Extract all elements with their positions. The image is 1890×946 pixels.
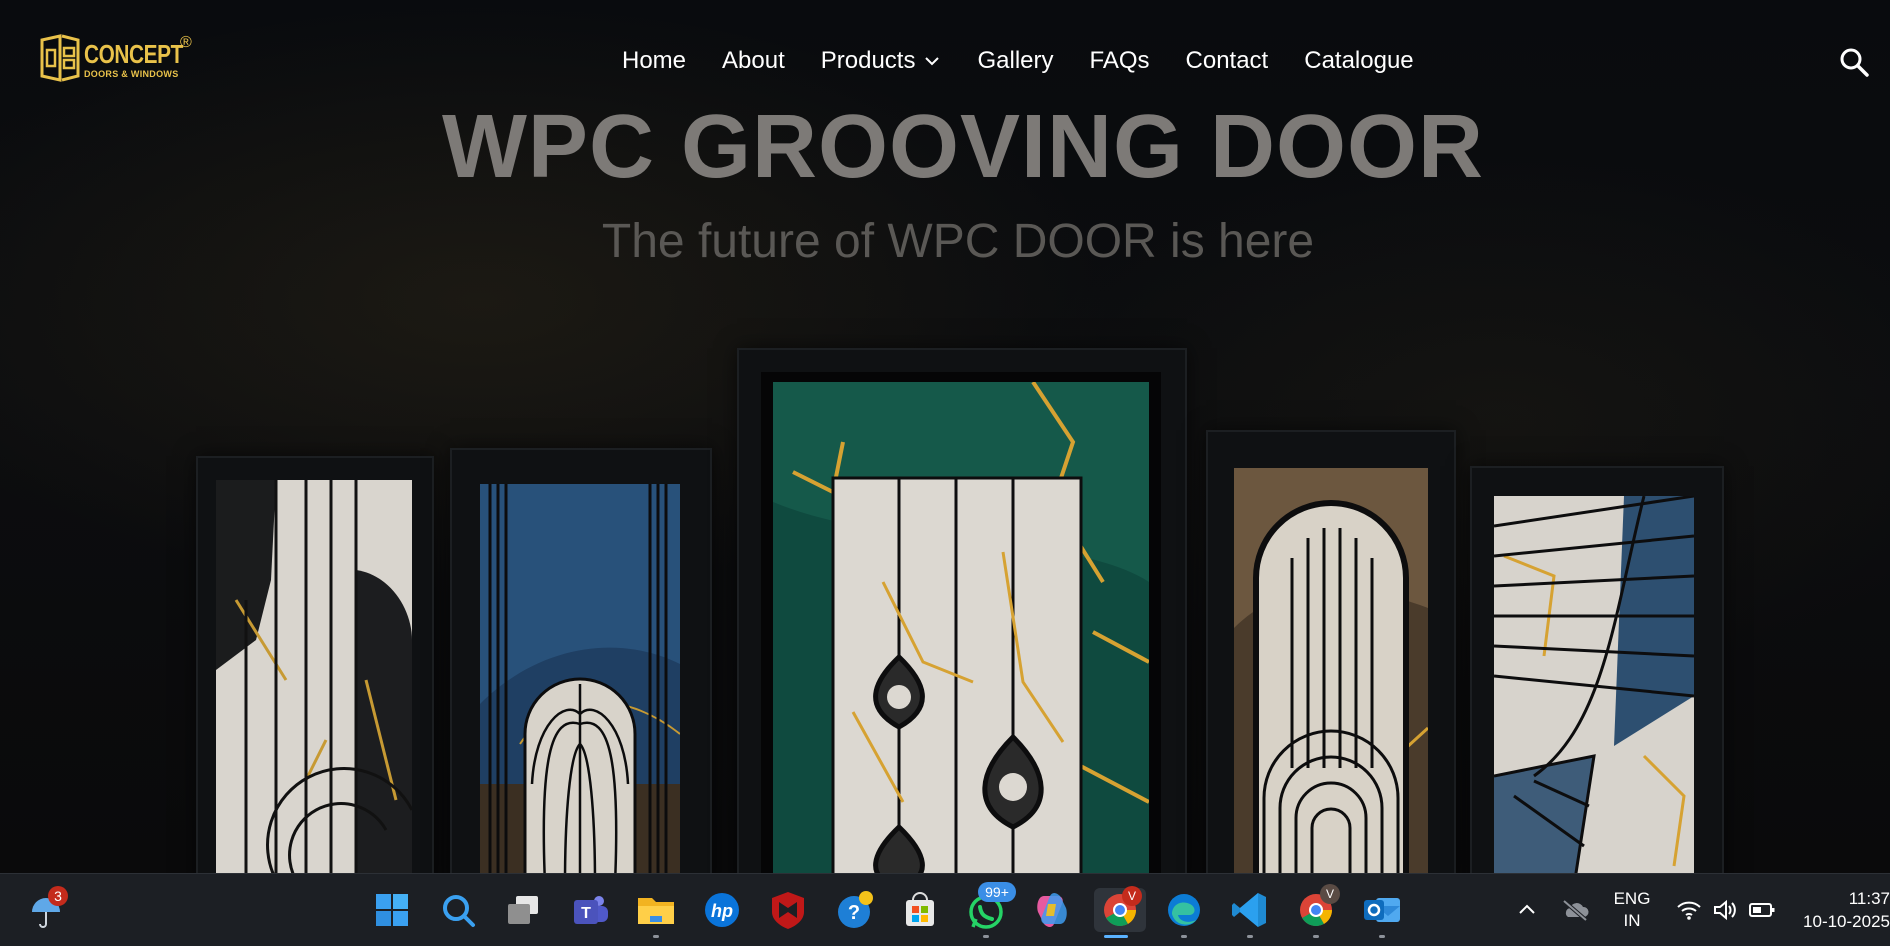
chrome-app-2[interactable]: V [1294, 884, 1340, 938]
website-page: CONCEPT ® DOORS & WINDOWS Home About Pro… [0, 0, 1890, 873]
outlook-app[interactable] [1360, 888, 1404, 938]
edge-icon [1168, 894, 1200, 926]
language-region: IN [1623, 911, 1641, 930]
battery-icon[interactable] [1748, 898, 1776, 922]
onedrive-offline-icon[interactable] [1560, 898, 1590, 922]
nav-gallery[interactable]: Gallery [977, 46, 1053, 76]
chevron-down-icon [925, 57, 940, 66]
hp-app[interactable]: hp [700, 888, 744, 932]
nav-contact[interactable]: Contact [1186, 46, 1269, 76]
svg-text:?: ? [848, 902, 860, 924]
logo-tagline: DOORS & WINDOWS [84, 69, 179, 79]
hero-title: WPC GROOVING DOOR [441, 97, 1485, 197]
outlook-icon [1364, 898, 1400, 922]
logo-registered-mark: ® [180, 34, 192, 51]
door-image-2 [450, 448, 712, 873]
language-code: ENG [1613, 889, 1651, 908]
chrome-app-active[interactable]: V [1094, 886, 1146, 938]
get-help-app[interactable]: ? [832, 888, 876, 932]
task-view-button[interactable] [502, 888, 546, 932]
logo-door-icon [40, 34, 80, 82]
hp-icon: hp [705, 893, 739, 927]
teams-app[interactable]: T [568, 888, 612, 932]
clock[interactable]: 11:37 10-10-2025 [1780, 887, 1890, 933]
chrome-profile-badge: V [1122, 886, 1142, 906]
volume-icon[interactable] [1712, 898, 1738, 922]
nav-faqs[interactable]: FAQs [1090, 46, 1150, 76]
chrome-2-profile-badge: V [1320, 884, 1340, 904]
search-button[interactable] [436, 888, 480, 932]
weather-widget[interactable]: 3 [24, 886, 68, 932]
main-nav: Home About Products Gallery FAQs Contact… [622, 46, 1450, 76]
vscode-app[interactable] [1228, 888, 1272, 938]
hero-subtitle: The future of WPC DOOR is here [601, 215, 1315, 268]
show-hidden-icons-chevron-icon[interactable] [1515, 898, 1539, 922]
task-view-icon [508, 896, 538, 924]
svg-text:T: T [581, 905, 591, 922]
folder-icon [638, 898, 674, 924]
file-explorer-app[interactable] [634, 888, 678, 938]
door-image-4 [1206, 430, 1456, 873]
door-3-artwork [773, 382, 1149, 873]
mcafee-shield-icon [772, 892, 804, 929]
door-image-5 [1470, 466, 1724, 873]
weather-badge: 3 [48, 886, 68, 906]
search-icon [443, 895, 475, 927]
language-indicator[interactable]: ENG IN [1612, 888, 1652, 932]
microsoft-store-app[interactable] [898, 888, 942, 932]
door-image-1 [196, 456, 434, 873]
copilot-app[interactable] [1030, 888, 1074, 932]
clock-time: 11:37 [1848, 889, 1890, 908]
nav-about[interactable]: About [722, 46, 785, 76]
svg-text:hp: hp [711, 901, 733, 921]
door-4-artwork [1234, 468, 1428, 873]
door-image-3 [737, 348, 1187, 873]
copilot-icon [1037, 893, 1067, 927]
nav-catalogue[interactable]: Catalogue [1304, 46, 1413, 76]
nav-home[interactable]: Home [622, 46, 686, 76]
search-icon[interactable] [1838, 46, 1870, 78]
whatsapp-app[interactable]: 99+ [964, 882, 1016, 938]
edge-app[interactable] [1162, 888, 1206, 938]
nav-products-label: Products [820, 47, 916, 74]
door-5-artwork [1494, 496, 1694, 873]
start-button[interactable] [370, 888, 414, 932]
door-1-artwork [216, 480, 412, 873]
nav-products[interactable]: Products [821, 46, 942, 76]
door-2-artwork [480, 484, 680, 873]
help-icon: ? [838, 891, 873, 928]
concept-logo[interactable]: CONCEPT ® DOORS & WINDOWS [38, 30, 198, 86]
store-bag-icon [906, 892, 934, 926]
windows-logo-icon [376, 894, 408, 926]
wifi-icon[interactable] [1676, 898, 1702, 922]
mcafee-app[interactable] [766, 888, 810, 932]
logo-brand-text: CONCEPT [84, 39, 183, 69]
whatsapp-badge: 99+ [978, 882, 1016, 902]
teams-icon: T [574, 896, 608, 924]
vscode-icon [1232, 893, 1266, 927]
windows-taskbar: 3 T hp ? 99+ V V ENG IN 11:37 10-10-2025 [0, 873, 1890, 946]
clock-date: 10-10-2025 [1803, 912, 1890, 931]
